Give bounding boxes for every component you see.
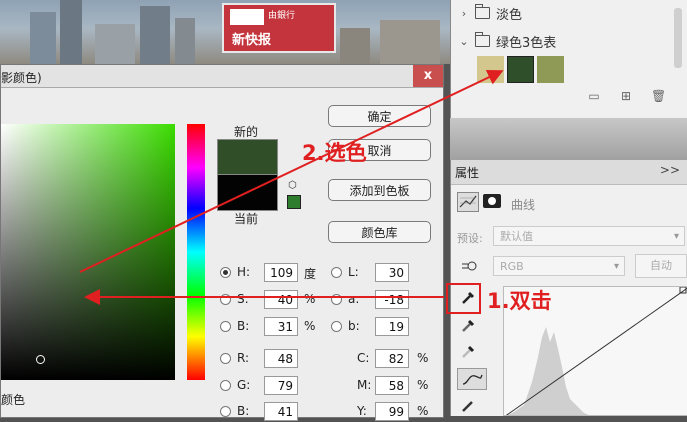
step2-annotation: 2.选色 — [302, 141, 367, 165]
step1-annotation: 1.双击 — [487, 289, 552, 313]
annotation-arrows — [79, 69, 504, 305]
arrow-to-swatch — [79, 69, 504, 273]
